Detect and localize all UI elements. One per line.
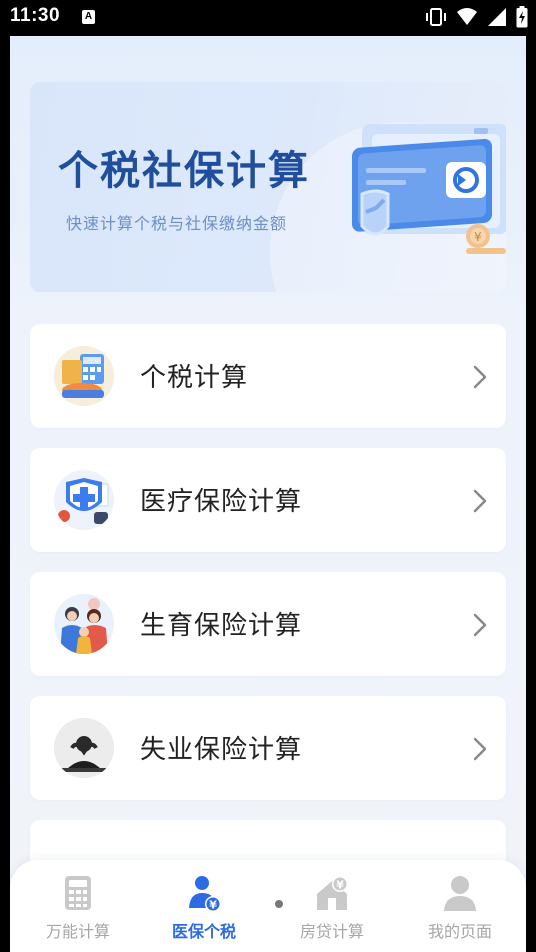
house-yen-icon: ¥ [317, 876, 348, 910]
menu-item-label: 生育保险计算 [140, 611, 303, 641]
person-yen-icon: ¥ [189, 876, 221, 912]
chevron-right-icon [473, 489, 487, 513]
tab-mortgage-calc[interactable]: ¥ 房贷计算 [272, 874, 392, 944]
user-icon [444, 876, 476, 911]
banner-title: 个税社保计算 [58, 148, 310, 194]
menu-item-tax[interactable]: 个税计算 [30, 324, 506, 428]
tab-label: 我的页面 [427, 922, 492, 941]
unemployed-person-icon [54, 718, 114, 778]
tab-label: 万能计算 [45, 922, 110, 941]
medical-shield-icon [54, 470, 114, 530]
battery-icon [516, 6, 528, 32]
status-bar: 11:30 A [0, 0, 536, 36]
vibrate-icon [425, 6, 447, 32]
calculator-icon [65, 876, 91, 910]
family-icon [54, 594, 114, 654]
sim-icon: A [82, 10, 95, 24]
bottom-tab-bar: 万能计算 ¥ 医保个税 ¥ 房贷计算 我的页面 [10, 860, 526, 952]
tab-medical-tax[interactable]: ¥ 医保个税 [144, 874, 264, 944]
tax-calculator-icon [54, 346, 114, 406]
svg-text:¥: ¥ [474, 230, 482, 244]
menu-item-maternity[interactable]: 生育保险计算 [30, 572, 506, 676]
svg-text:¥: ¥ [336, 879, 344, 892]
menu-item-label: 个税计算 [140, 363, 249, 393]
menu-item-medical[interactable]: 医疗保险计算 [30, 448, 506, 552]
status-icons [425, 6, 528, 32]
signal-icon [487, 7, 507, 31]
svg-text:¥: ¥ [209, 899, 217, 912]
tab-my-page[interactable]: 我的页面 [400, 874, 520, 944]
tab-label: 医保个税 [171, 922, 236, 941]
card-shield-illustration-icon: ¥ [352, 124, 506, 254]
menu-item-unemployment[interactable]: 失业保险计算 [30, 696, 506, 800]
wifi-icon [456, 7, 478, 31]
tab-label: 房贷计算 [299, 922, 364, 941]
status-time: 11:30 [10, 5, 61, 26]
app-screen: 个税社保计算 快速计算个税与社保缴纳金额 ¥ 个税计算 医疗保险计算 生育保险计… [10, 36, 526, 952]
header-banner: 个税社保计算 快速计算个税与社保缴纳金额 ¥ [30, 82, 506, 292]
menu-item-label: 失业保险计算 [140, 735, 303, 765]
menu-item-label: 医疗保险计算 [140, 487, 303, 517]
chevron-right-icon [473, 365, 487, 389]
banner-subtitle: 快速计算个税与社保缴纳金额 [66, 214, 288, 233]
chevron-right-icon [473, 613, 487, 637]
chevron-right-icon [473, 737, 487, 761]
tab-universal-calc[interactable]: 万能计算 [18, 874, 138, 944]
